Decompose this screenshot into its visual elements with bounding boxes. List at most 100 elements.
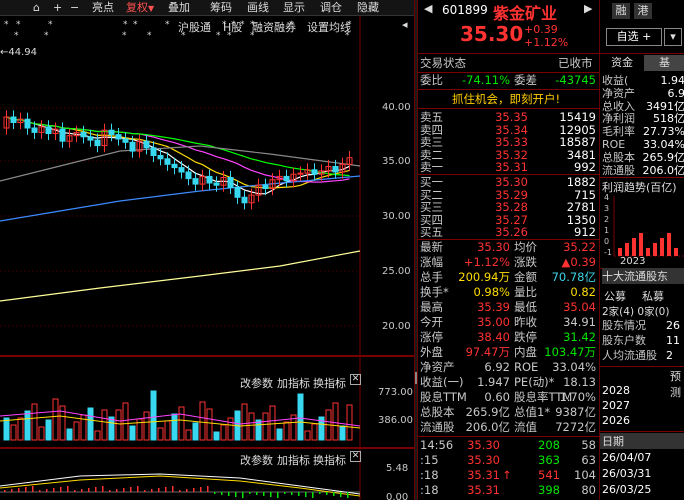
macd-bar <box>81 489 83 492</box>
price-axis-label: 30.00 <box>382 211 411 222</box>
zoom-in-button[interactable]: + <box>53 0 62 16</box>
tick-price: 35.30 <box>467 438 500 452</box>
event-marker-icon: * <box>165 20 170 30</box>
event-marker-icon: * <box>16 20 21 30</box>
add-watchlist-button[interactable]: 自选 + <box>606 28 662 46</box>
event-marker-icon: * <box>44 31 49 41</box>
trend-axis-label: 2 <box>604 215 610 224</box>
status-value: 已收市 <box>558 56 593 70</box>
chips-button[interactable]: 筹码 <box>210 0 232 16</box>
stat-value: 31.42 <box>563 330 596 344</box>
adjust-button[interactable]: 调仓 <box>320 0 342 16</box>
forecast-year: 2028 <box>602 384 630 397</box>
stat-value: 1.70% <box>559 390 596 404</box>
stat-value: 38.40 <box>477 330 510 344</box>
macd-change-params[interactable]: 改参数 <box>240 452 273 468</box>
macd-bar <box>214 492 216 494</box>
dropdown-button[interactable]: ▾ <box>664 28 682 46</box>
profit-bar <box>618 248 622 256</box>
stat-value: 0.60 <box>484 390 510 404</box>
macd-bar <box>298 492 300 496</box>
event-marker-icon: * <box>250 20 255 30</box>
tab-basics[interactable]: 基 <box>644 55 684 71</box>
volume-bar <box>94 430 101 441</box>
highlight-button[interactable]: 亮点 <box>92 0 114 16</box>
macd-bar <box>67 486 69 492</box>
macd-bar <box>186 489 188 492</box>
drag-handle[interactable] <box>415 372 417 384</box>
moving-average-line <box>6 116 350 195</box>
stat-label: 跌停 <box>514 330 537 344</box>
stat-value: 35.00 <box>477 315 510 329</box>
macd-bar <box>116 489 118 492</box>
macd-bar <box>95 487 97 492</box>
trend-axis-label: -1 <box>604 248 612 257</box>
volume-bar <box>164 420 171 441</box>
trend-axis-label: 4 <box>604 193 610 202</box>
volume-bar <box>255 419 262 441</box>
volume-bar <box>31 403 38 441</box>
stat-value: 35.39 <box>477 300 510 314</box>
volume-bar <box>87 407 94 441</box>
tab-public-funds[interactable]: 公募 <box>604 288 626 304</box>
trend-axis-label: 1 <box>604 226 610 235</box>
macd-bar <box>18 488 20 492</box>
zoom-out-button[interactable]: − <box>70 0 79 16</box>
tab-private-funds[interactable]: 私募 <box>642 288 664 304</box>
tab-rong[interactable]: 融 <box>612 3 630 19</box>
home-icon[interactable]: ⌂ <box>33 0 40 16</box>
macd-bar <box>200 487 202 492</box>
price-change-pct: +1.12% <box>524 36 569 49</box>
buy-orders: 买一 35.30 1882 买二 35.29 715 买三 35.28 2781 买四 35.27 1… <box>418 175 599 239</box>
holders-title[interactable]: 十大流通股东 <box>602 268 684 284</box>
macd-bar <box>74 490 76 492</box>
stat-value: 9387亿 <box>555 405 596 419</box>
display-button[interactable]: 显示 <box>283 0 305 16</box>
hide-button[interactable]: 隐藏 <box>357 0 379 16</box>
tab-funds[interactable]: 资金 <box>600 55 644 71</box>
event-marker-icon: * <box>122 31 127 41</box>
fuquan-button[interactable]: 复权▼ <box>126 0 154 16</box>
draw-line-button[interactable]: 画线 <box>247 0 269 16</box>
candle-body <box>157 155 164 160</box>
tab-gang[interactable]: 港 <box>634 3 652 19</box>
event-marker-icon: * <box>14 31 19 41</box>
candle-body <box>164 158 171 165</box>
candle-body <box>332 166 339 173</box>
stat-value: 35.22 <box>563 240 596 254</box>
macd-bar <box>137 486 139 492</box>
close-icon[interactable]: ✕ <box>350 374 361 385</box>
volume-bar <box>66 428 73 441</box>
candle-body <box>45 126 52 135</box>
event-marker-icon: * <box>240 20 245 30</box>
volume-bar <box>38 426 45 441</box>
macd-bar <box>39 490 41 492</box>
prev-stock-button[interactable]: ◀ <box>424 2 432 15</box>
vol-switch-indicator[interactable]: 换指标 <box>313 375 346 391</box>
chevron-down-icon: ▼ <box>148 4 155 13</box>
open-account-ad[interactable]: 抓住机会，即刻开户! <box>452 92 560 107</box>
stat-value: 35.04 <box>563 300 596 314</box>
overlay-button[interactable]: 叠加 <box>168 0 190 16</box>
weibi-label: 委比 <box>420 73 443 87</box>
macd-switch-indicator[interactable]: 换指标 <box>313 452 346 468</box>
weicha-value: -43745 <box>555 73 596 87</box>
candle-body <box>80 131 87 138</box>
vol-axis-label: 386.00 <box>378 415 413 426</box>
next-stock-button[interactable]: ▶ <box>584 2 592 15</box>
stat-value: +1.12% <box>463 255 510 269</box>
macd-bar <box>158 488 160 492</box>
stock-name: 紫金矿业 <box>493 4 558 23</box>
vol-change-params[interactable]: 改参数 <box>240 375 273 391</box>
event-marker-icon: * <box>4 20 9 30</box>
candle-body <box>94 139 101 147</box>
weibi-value: -74.11% <box>462 73 510 87</box>
macd-bar <box>11 489 13 492</box>
date-item: 26/03/31 <box>602 467 652 480</box>
close-icon[interactable]: ✕ <box>350 451 361 462</box>
vol-add-indicator[interactable]: 加指标 <box>277 375 310 391</box>
macd-bar <box>291 492 293 495</box>
fuquan-label: 复权 <box>126 1 148 14</box>
macd-add-indicator[interactable]: 加指标 <box>277 452 310 468</box>
event-marker-icon: * <box>347 20 352 30</box>
